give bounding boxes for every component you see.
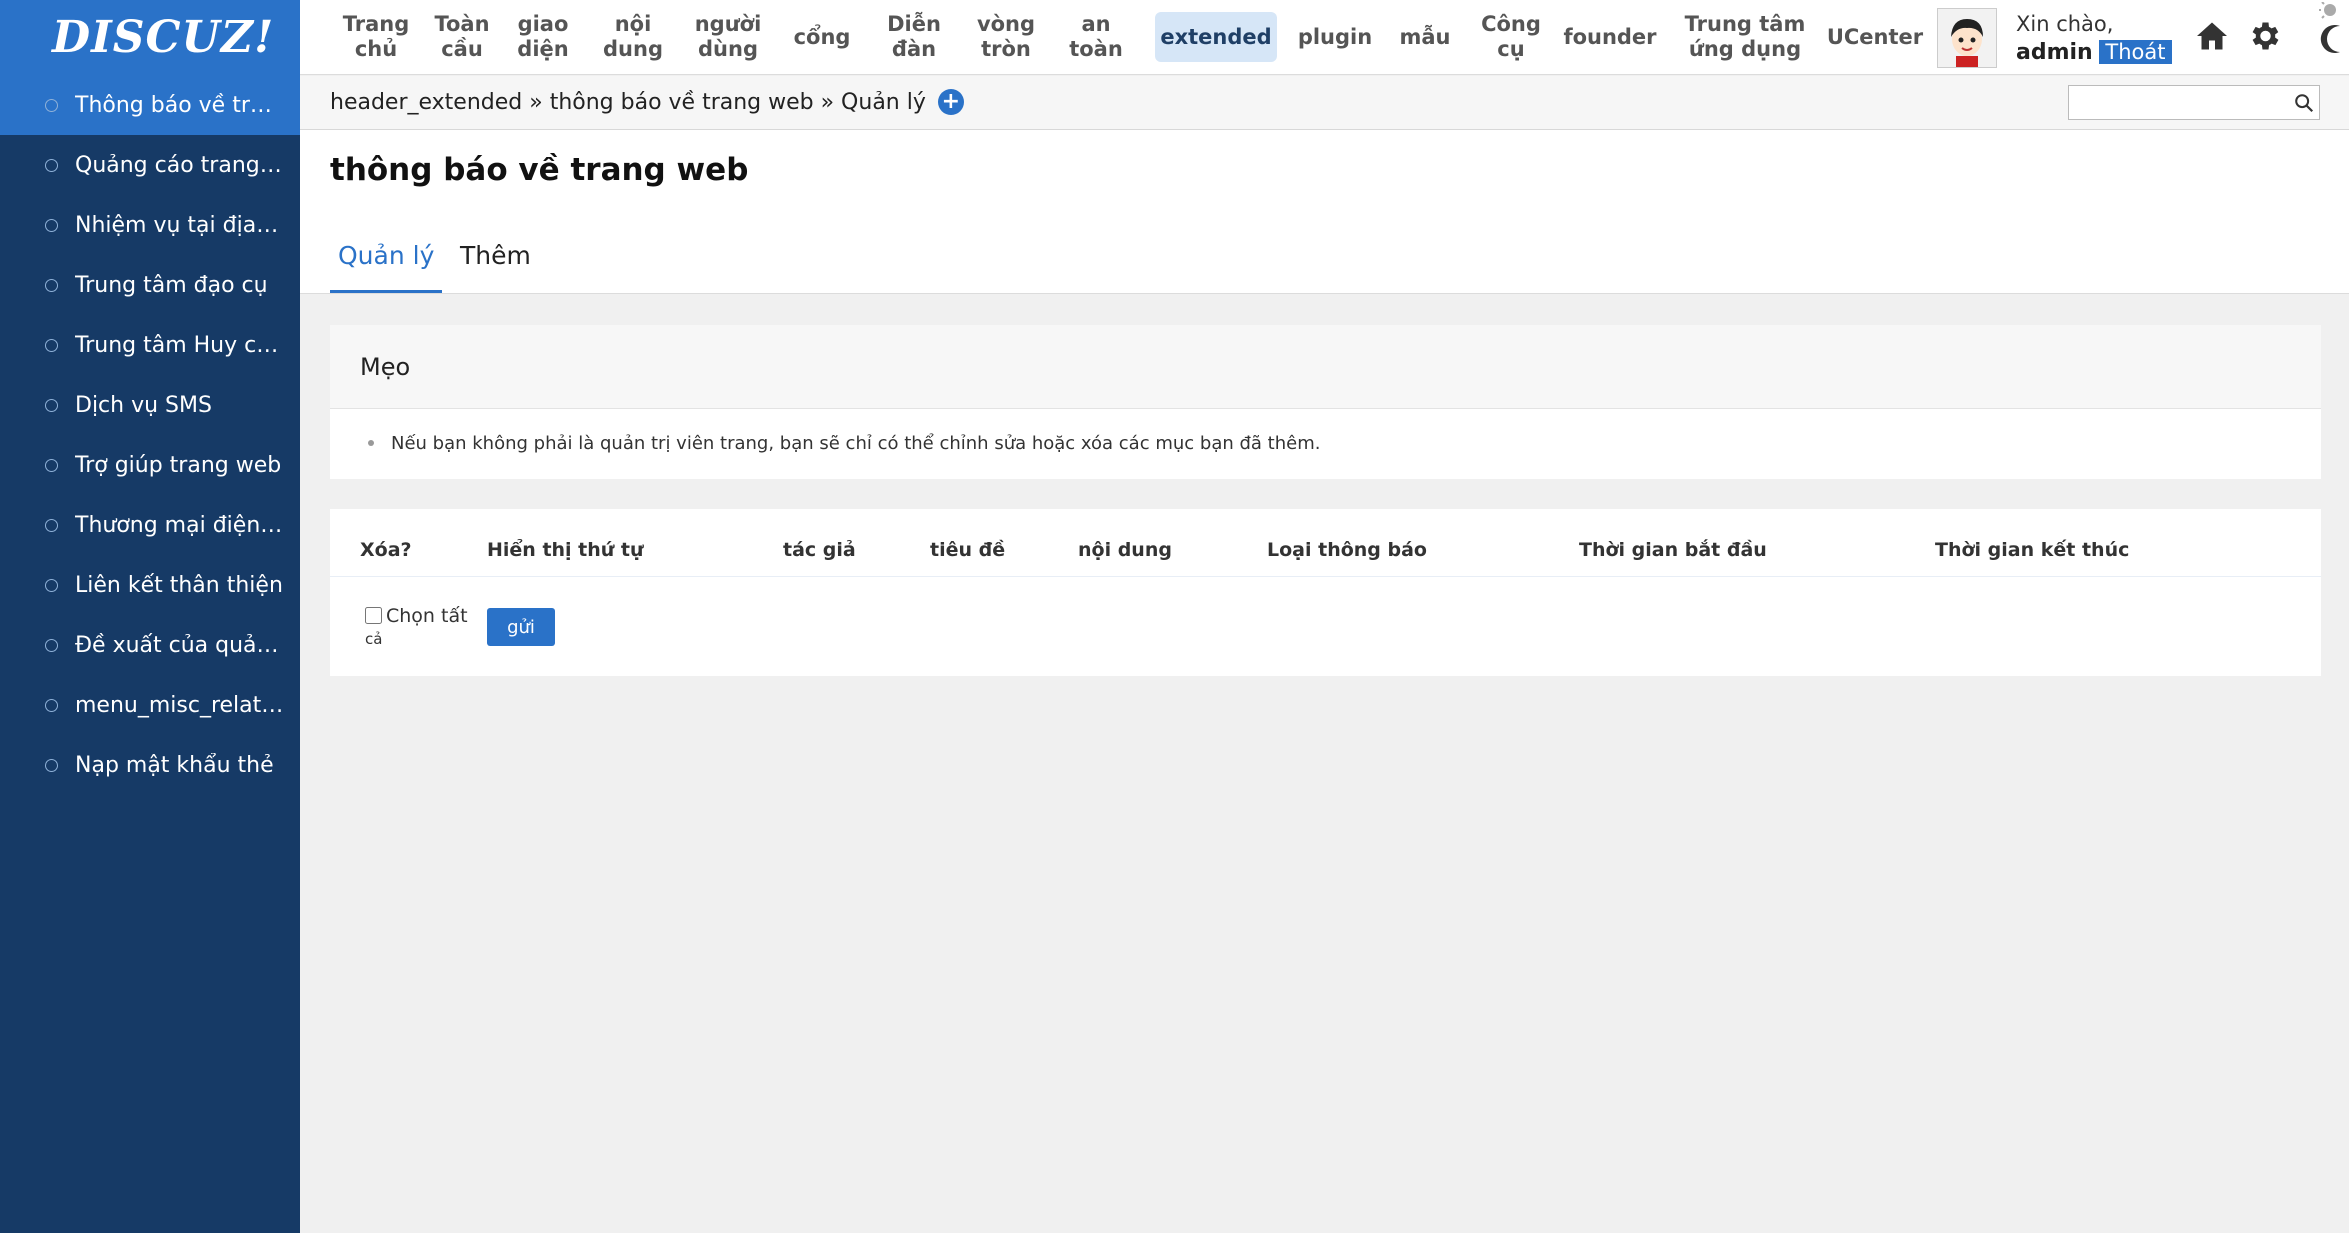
column-header-delete: Xóa?: [360, 539, 412, 561]
home-icon[interactable]: [2194, 18, 2230, 54]
sidebar-item-label: Đề xuất của quản t...: [75, 632, 285, 658]
circle-icon: [45, 578, 58, 592]
user-greeting: Xin chào, admin Thoát: [2016, 10, 2172, 67]
search-icon[interactable]: [2293, 92, 2315, 114]
column-header-author: tác giả: [783, 539, 856, 561]
sidebar-item-label: menu_misc_relate...: [75, 692, 285, 718]
sidebar-item-label: Nạp mật khẩu thẻ: [75, 752, 274, 778]
gear-icon[interactable]: [2246, 18, 2282, 54]
nav-item-forum[interactable]: Diễn đàn: [868, 12, 960, 62]
announcement-table: Xóa? Hiển thị thứ tự tác giả tiêu đề nội…: [330, 509, 2321, 676]
sidebar-item-friend-links[interactable]: Liên kết thân thiện: [0, 555, 300, 615]
sidebar: DISCUZ! Thông báo về tran... Quảng cáo t…: [0, 0, 300, 1233]
top-navbar: Trang chủ Toàn cầu giao diện nội dung ng…: [300, 0, 2349, 75]
circle-icon: [45, 278, 58, 292]
sidebar-item-card-password[interactable]: Nạp mật khẩu thẻ: [0, 735, 300, 795]
sidebar-item-misc-related[interactable]: menu_misc_relate...: [0, 675, 300, 735]
nav-item-template[interactable]: mẫu: [1385, 12, 1465, 62]
sidebar-menu: Thông báo về tran... Quảng cáo trang ...…: [0, 75, 300, 795]
username: admin: [2016, 40, 2093, 65]
tip-panel: Mẹo Nếu bạn không phải là quản trị viên …: [330, 325, 2321, 479]
tip-title: Mẹo: [330, 325, 2321, 409]
page-title: thông báo về trang web: [330, 152, 749, 188]
breadcrumb: header_extended » thông báo về trang web…: [330, 89, 964, 115]
sidebar-item-label: Liên kết thân thiện: [75, 572, 283, 598]
sidebar-item-advertising[interactable]: Quảng cáo trang ...: [0, 135, 300, 195]
nav-item-extended[interactable]: extended: [1155, 12, 1277, 62]
add-shortcut-icon[interactable]: +: [937, 89, 964, 115]
tip-item: Nếu bạn không phải là quản trị viên tran…: [330, 409, 2321, 477]
sidebar-item-label: Trung tâm đạo cụ: [75, 272, 268, 298]
circle-icon: [45, 398, 58, 412]
nav-item-home[interactable]: Trang chủ: [328, 12, 424, 62]
circle-icon: [45, 218, 58, 232]
header-divider: [330, 576, 2321, 577]
logout-link[interactable]: Thoát: [2099, 40, 2172, 64]
user-avatar-icon: [1938, 9, 1996, 67]
sidebar-item-medal-center[interactable]: Trung tâm Huy ch...: [0, 315, 300, 375]
column-header-title: tiêu đề: [930, 539, 1006, 561]
select-all-checkbox-label[interactable]: Chọn tất cả: [365, 605, 475, 650]
bullet-icon: [368, 440, 374, 446]
column-header-type: Loại thông báo: [1267, 539, 1427, 561]
sidebar-item-label: Trung tâm Huy ch...: [75, 332, 285, 358]
nav-item-group[interactable]: vòng tròn: [960, 12, 1052, 62]
tab-add[interactable]: Thêm: [452, 233, 539, 293]
sidebar-item-label: Nhiệm vụ tại địa đi...: [75, 212, 285, 238]
circle-icon: [45, 518, 58, 532]
submit-button[interactable]: gửi: [487, 608, 555, 646]
sidebar-item-sms[interactable]: Dịch vụ SMS: [0, 375, 300, 435]
logo[interactable]: DISCUZ!: [0, 0, 300, 75]
nav-item-founder[interactable]: founder: [1557, 12, 1663, 62]
nav-item-portal[interactable]: cổng: [776, 12, 868, 62]
circle-icon: [45, 158, 58, 172]
sidebar-item-admin-recommend[interactable]: Đề xuất của quản t...: [0, 615, 300, 675]
breadcrumb-bar: header_extended » thông báo về trang web…: [300, 76, 2349, 130]
avatar[interactable]: [1937, 8, 1997, 68]
column-header-start-time: Thời gian bắt đầu: [1579, 539, 1767, 561]
sidebar-item-magic-center[interactable]: Trung tâm đạo cụ: [0, 255, 300, 315]
sidebar-item-label: Thương mại điện tử: [75, 512, 285, 538]
nav-item-style[interactable]: giao diện: [500, 12, 586, 62]
nav-item-plugin[interactable]: plugin: [1285, 12, 1385, 62]
sidebar-item-label: Trợ giúp trang web: [75, 452, 282, 478]
column-header-display-order: Hiển thị thứ tự: [487, 539, 644, 561]
column-header-content: nội dung: [1078, 539, 1172, 561]
page-header: thông báo về trang web Quản lý Thêm: [300, 130, 2349, 294]
circle-icon: [45, 758, 58, 772]
sidebar-item-site-announcement[interactable]: Thông báo về tran...: [0, 75, 300, 135]
search-box[interactable]: [2068, 85, 2320, 120]
column-header-end-time: Thời gian kết thúc: [1935, 539, 2130, 561]
circle-icon: [45, 698, 58, 712]
tab-manage[interactable]: Quản lý: [330, 233, 443, 293]
nav-item-tools[interactable]: Công cụ: [1465, 12, 1557, 62]
circle-icon: [45, 98, 58, 112]
theme-toggle-icon[interactable]: [2294, 2, 2342, 62]
sidebar-item-label: Thông báo về tran...: [75, 92, 285, 118]
nav-item-ucenter[interactable]: UCenter: [1825, 12, 1925, 62]
nav-item-users[interactable]: người dùng: [680, 12, 776, 62]
search-input[interactable]: [2069, 86, 2279, 118]
nav-item-content[interactable]: nội dung: [586, 12, 680, 62]
sidebar-item-label: Dịch vụ SMS: [75, 392, 212, 418]
nav-item-global[interactable]: Toàn cầu: [424, 12, 500, 62]
nav-item-security[interactable]: an toàn: [1052, 12, 1140, 62]
nav-item-app-center[interactable]: Trung tâm ứng dụng: [1675, 12, 1815, 62]
circle-icon: [45, 338, 58, 352]
select-all-checkbox[interactable]: [365, 607, 382, 624]
sidebar-item-label: Quảng cáo trang ...: [75, 152, 285, 178]
sidebar-item-tasks[interactable]: Nhiệm vụ tại địa đi...: [0, 195, 300, 255]
sidebar-item-help[interactable]: Trợ giúp trang web: [0, 435, 300, 495]
circle-icon: [45, 638, 58, 652]
circle-icon: [45, 458, 58, 472]
sidebar-item-ecommerce[interactable]: Thương mại điện tử: [0, 495, 300, 555]
